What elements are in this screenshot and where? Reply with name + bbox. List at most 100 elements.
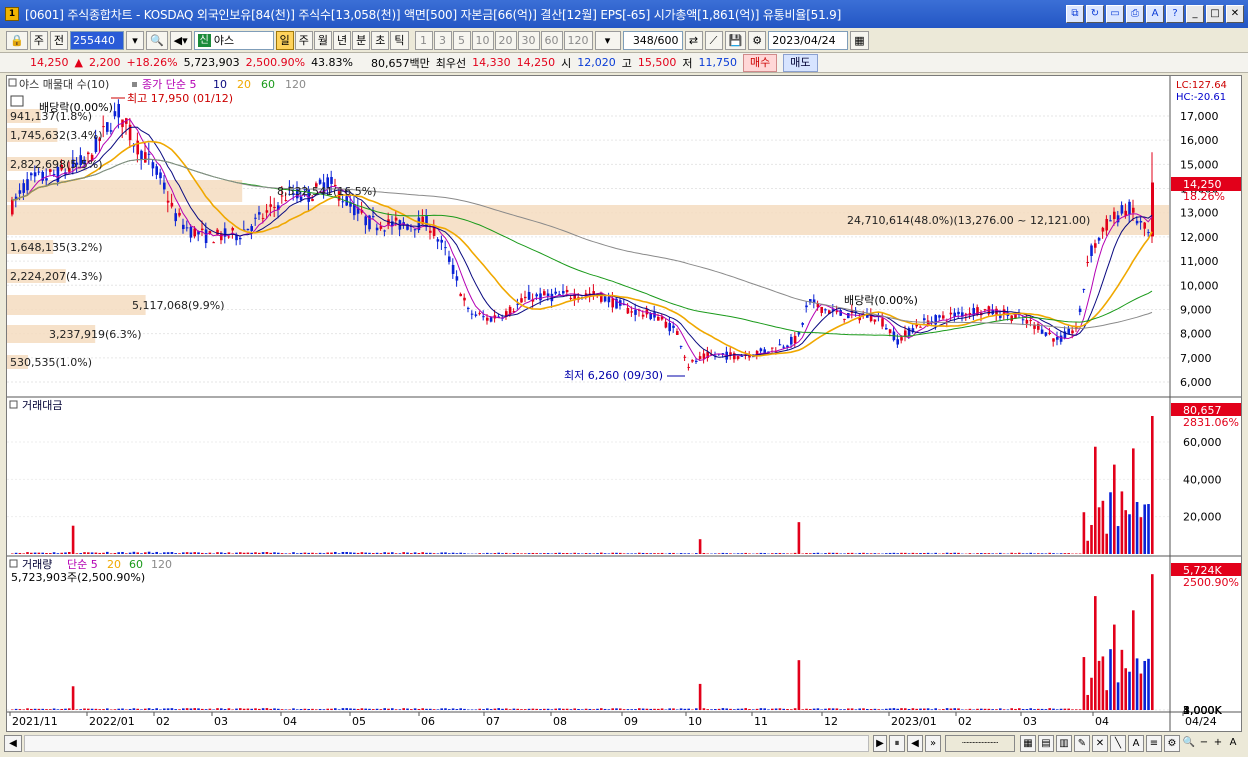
volume-bar: [755, 708, 759, 710]
volume-bar: [1002, 709, 1006, 710]
amount-bar: [94, 552, 98, 554]
interval-1-button[interactable]: 1: [414, 30, 433, 50]
close-button[interactable]: ✕: [1226, 5, 1244, 23]
candle: [505, 308, 508, 320]
amount-bar: [953, 552, 956, 554]
type-select[interactable]: 주: [29, 30, 48, 50]
volume-bar: [296, 709, 299, 710]
interval-20-button[interactable]: 20: [494, 30, 517, 50]
fibo-icon[interactable]: ≡: [1146, 735, 1162, 752]
window-icon[interactable]: ▭: [1106, 5, 1124, 23]
lock-icon[interactable]: 🔒: [6, 30, 28, 50]
period-2-button[interactable]: 월: [313, 30, 333, 50]
amount-bar: [33, 552, 37, 554]
volume-bar: [527, 708, 531, 710]
layout-icon[interactable]: ▤: [1038, 735, 1054, 752]
maximize-button[interactable]: □: [1206, 5, 1224, 23]
sound-icon[interactable]: ◀▾: [169, 30, 192, 50]
search-icon[interactable]: 🔍: [145, 30, 168, 50]
font-size-icon[interactable]: A: [1226, 735, 1240, 752]
interval-60-button[interactable]: 60: [540, 30, 563, 50]
volume-bar: [37, 708, 41, 710]
interval-5-button[interactable]: 5: [452, 30, 471, 50]
amount-bar: [698, 539, 702, 554]
candle-body: [1109, 220, 1112, 222]
calendar-icon[interactable]: ▦: [850, 30, 869, 50]
volume-bar: [258, 708, 261, 710]
period-6-button[interactable]: 틱: [390, 30, 409, 50]
count-field[interactable]: 348/600: [622, 30, 683, 50]
candle-body: [45, 178, 48, 181]
scroll-track[interactable]: [24, 735, 869, 752]
amount-bar: [345, 551, 348, 554]
candle-body: [546, 293, 550, 296]
draw-icon[interactable]: ✎: [1074, 735, 1090, 752]
sell-button[interactable]: 매도: [783, 53, 818, 72]
amount-bar: [98, 552, 101, 554]
amount-bar: [976, 553, 979, 554]
period-0-button[interactable]: 일: [275, 30, 294, 50]
refresh-icon[interactable]: ↻: [1086, 5, 1104, 23]
candle-body: [778, 344, 782, 346]
zoom-icon[interactable]: 🔍: [1182, 735, 1196, 752]
candle-body: [261, 217, 265, 219]
amount-bar: [592, 553, 595, 554]
help-icon[interactable]: ?: [1166, 5, 1184, 23]
chart-line-icon[interactable]: ⟋: [704, 30, 723, 50]
prev-button[interactable]: 전: [49, 30, 68, 50]
amount-bar: [714, 553, 717, 554]
interval-120-button[interactable]: 120: [563, 30, 593, 50]
date-field[interactable]: 2023/04/24: [768, 30, 849, 50]
line-icon[interactable]: ╲: [1110, 735, 1126, 752]
interval-3-button[interactable]: 3: [433, 30, 452, 50]
amount-bar: [497, 552, 500, 554]
print-icon[interactable]: ⎙: [1126, 5, 1144, 23]
code-input[interactable]: 255440: [69, 30, 124, 50]
code-dropdown-icon[interactable]: ▾: [125, 30, 144, 50]
stock-chart[interactable]: 17,00016,00015,00014,00013,00012,00011,0…: [7, 76, 1241, 731]
buy-button[interactable]: 매수: [743, 53, 778, 72]
period-5-button[interactable]: 초: [371, 30, 390, 50]
link-icon[interactable]: ⧉: [1066, 5, 1084, 23]
step-back-icon[interactable]: ◀: [907, 735, 923, 752]
scroll-right-icon[interactable]: ▶: [873, 735, 887, 752]
font-icon[interactable]: A: [1146, 5, 1164, 23]
table-icon[interactable]: ▥: [1056, 735, 1072, 752]
candle-body: [432, 226, 436, 236]
settings-small-icon[interactable]: ⚙: [1164, 735, 1180, 752]
cross-icon[interactable]: ✕: [1092, 735, 1108, 752]
period-3-button[interactable]: 년: [333, 30, 352, 50]
scroll-left-icon[interactable]: ◀: [4, 735, 22, 752]
volume-bar: [1082, 657, 1086, 710]
interval-dropdown[interactable]: ▾: [594, 30, 621, 50]
candle-body: [938, 315, 941, 318]
fast-forward-icon[interactable]: »: [925, 735, 941, 752]
amount-bar: [653, 553, 656, 554]
period-4-button[interactable]: 분: [352, 30, 371, 50]
volume-period: 60: [129, 558, 143, 571]
chart-area[interactable]: 17,00016,00015,00014,00013,00012,00011,0…: [6, 75, 1242, 732]
tool-icon[interactable]: ⇄: [684, 30, 703, 50]
candle-body: [786, 345, 789, 348]
save-icon[interactable]: 💾: [724, 30, 747, 50]
zoom-in-icon[interactable]: +: [1211, 735, 1225, 752]
amount-bar: [364, 552, 367, 554]
pause-icon[interactable]: ⏸: [889, 735, 905, 752]
volume-bar: [896, 708, 899, 710]
period-1-button[interactable]: 주: [294, 30, 313, 50]
zoom-slider[interactable]: ┈┈┈┈┈┈: [945, 735, 1015, 752]
text-icon[interactable]: A: [1128, 735, 1144, 752]
volume-bar: [923, 708, 926, 710]
volume-bar: [18, 709, 22, 710]
grid-icon[interactable]: ▦: [1020, 735, 1036, 752]
zoom-out-icon[interactable]: −: [1197, 735, 1211, 752]
interval-10-button[interactable]: 10: [471, 30, 494, 50]
amount-bar: [577, 553, 580, 554]
interval-30-button[interactable]: 30: [517, 30, 540, 50]
amount-bar: [645, 553, 649, 554]
settings-icon[interactable]: ⚙: [748, 30, 767, 50]
minimize-button[interactable]: _: [1186, 5, 1204, 23]
volume-bar: [1124, 668, 1127, 710]
stock-name-field[interactable]: 신 야스: [193, 30, 274, 50]
volume-bar: [968, 708, 972, 710]
